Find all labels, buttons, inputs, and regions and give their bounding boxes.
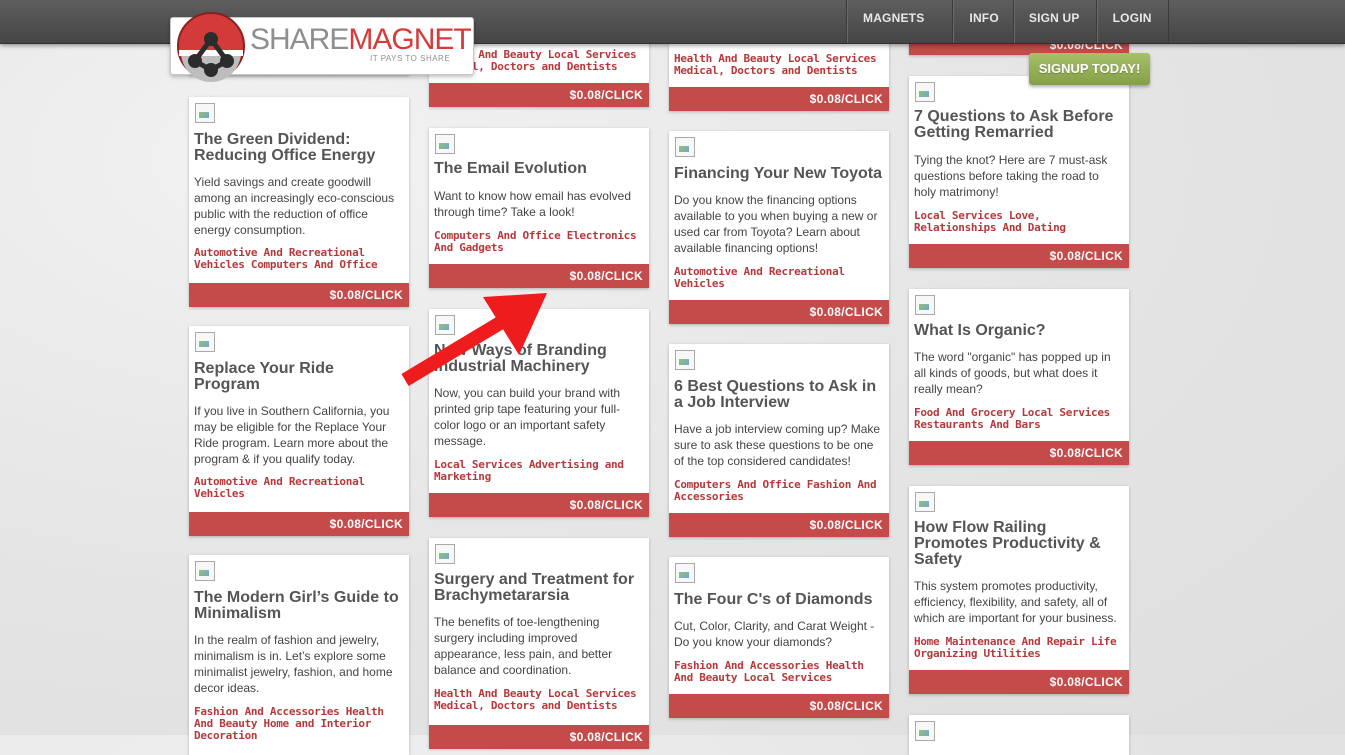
image-placeholder-icon (195, 103, 215, 123)
card-title[interactable]: The Email Evolution (434, 161, 643, 177)
magnet-card[interactable]: How Flow Railing Promotes Productivity &… (909, 486, 1129, 694)
image-placeholder-icon (915, 295, 935, 315)
magnet-card[interactable]: Financing Your New Toyota Do you know th… (669, 131, 889, 324)
card-categories[interactable]: Fashion And Accessories Health And Beaut… (194, 706, 403, 742)
logo-wordmark: SHAREMAGNET (250, 23, 472, 56)
price-per-click: $0.08/CLICK (189, 283, 409, 307)
main-nav: MAGNETS INFO SIGN UP LOGIN (846, 0, 1169, 43)
image-placeholder-icon (915, 82, 935, 102)
image-placeholder-icon (675, 350, 695, 370)
nav-magnets[interactable]: MAGNETS (846, 0, 952, 43)
image-placeholder-icon (915, 492, 935, 512)
card-description: This system promotes productivity, effic… (914, 579, 1117, 625)
magnet-card[interactable]: The Modern Girl’s Guide to Minimalism In… (189, 555, 409, 755)
card-title[interactable]: The Four C's of Diamonds (674, 592, 883, 608)
card-description: Tying the knot? Here are 7 must-ask ques… (914, 153, 1108, 199)
sharemagnet-logo[interactable]: SHAREMAGNET IT PAYS TO SHARE (170, 12, 474, 82)
image-placeholder-icon (435, 544, 455, 564)
card-title[interactable]: 6 Best Questions to Ask in a Job Intervi… (674, 379, 883, 411)
price-per-click: $0.08/CLICK (669, 300, 889, 324)
magnet-card[interactable]: The Four C's of Diamonds Cut, Color, Cla… (669, 557, 889, 718)
red-arrow-annotation (401, 293, 547, 387)
card-categories[interactable]: Automotive And Recreational Vehicles Com… (194, 247, 403, 271)
image-placeholder-icon (195, 561, 215, 581)
magnet-card[interactable]: The Green Dividend: Reducing Office Ener… (189, 97, 409, 307)
card-title[interactable]: Surgery and Treatment for Brachymetarars… (434, 572, 643, 604)
card-description: Do you know the financing options availa… (674, 193, 878, 255)
nav-login[interactable]: LOGIN (1095, 0, 1169, 43)
card-description: Want to know how email has evolved throu… (434, 189, 631, 219)
card-title[interactable]: 7 Questions to Ask Before Getting Remarr… (914, 109, 1123, 141)
card-title[interactable]: The Green Dividend: Reducing Office Ener… (194, 132, 403, 164)
price-per-click: $0.08/CLICK (669, 513, 889, 537)
image-placeholder-icon (195, 332, 215, 352)
card-categories[interactable]: Computers And Office Fashion And Accesso… (674, 479, 883, 503)
magnet-card[interactable]: Replace Your Ride Program If you live in… (189, 326, 409, 536)
magnet-logo-icon (177, 12, 245, 82)
card-categories[interactable]: Computers And Office Electronics And Gad… (434, 230, 643, 254)
card-categories[interactable]: Home Maintenance And Repair Life Organiz… (914, 636, 1123, 660)
card-description: Yield savings and create goodwill among … (194, 175, 395, 237)
magnet-card[interactable]: What Is Organic? The word "organic" has … (909, 289, 1129, 465)
card-title[interactable]: The Modern Girl’s Guide to Minimalism (194, 590, 403, 622)
magnet-card[interactable]: The Email Evolution Want to know how ema… (429, 128, 649, 288)
card-description: Cut, Color, Clarity, and Carat Weight - … (674, 619, 875, 649)
magnet-card[interactable]: Surgery and Treatment for Brachymetarars… (429, 538, 649, 749)
price-per-click: $0.08/CLICK (909, 441, 1129, 465)
nav-sign-up[interactable]: SIGN UP (1012, 0, 1096, 43)
magnet-card[interactable] (909, 715, 1129, 755)
logo-tagline: IT PAYS TO SHARE (370, 54, 451, 63)
card-title[interactable]: Financing Your New Toyota (674, 166, 883, 182)
card-title[interactable]: Replace Your Ride Program (194, 361, 403, 393)
magnet-card[interactable]: Health And Beauty Local Services Medical… (669, 43, 889, 111)
card-categories[interactable]: Automotive And Recreational Vehicles (674, 266, 883, 290)
price-per-click: $0.08/CLICK (909, 244, 1129, 268)
signup-today-button[interactable]: SIGNUP TODAY! (1029, 53, 1150, 85)
card-categories[interactable]: Health And Beauty Local Services Medical… (434, 688, 643, 712)
card-title[interactable]: What Is Organic? (914, 323, 1123, 339)
card-categories[interactable]: Automotive And Recreational Vehicles (194, 476, 403, 500)
card-categories[interactable]: Local Services Love, Relationships And D… (914, 210, 1123, 234)
card-categories[interactable]: Fashion And Accessories Health And Beaut… (674, 660, 883, 684)
card-description: The benefits of toe-lengthening surgery … (434, 615, 613, 677)
price-per-click: $0.08/CLICK (189, 512, 409, 536)
image-placeholder-icon (915, 721, 935, 741)
card-categories[interactable]: Local Services Advertising and Marketing (434, 459, 643, 483)
price-per-click: $0.08/CLICK (429, 725, 649, 749)
nav-info[interactable]: INFO (952, 0, 1012, 43)
price-per-click: $0.08/CLICK (909, 670, 1129, 694)
card-categories[interactable]: Food And Grocery Local Services Restaura… (914, 407, 1123, 431)
magnet-card[interactable]: 7 Questions to Ask Before Getting Remarr… (909, 76, 1129, 268)
card-description: If you live in Southern California, you … (194, 404, 390, 466)
card-categories[interactable]: Health And Beauty Local Services Medical… (674, 53, 883, 77)
price-per-click: $0.08/CLICK (429, 83, 649, 107)
card-description: Have a job interview coming up? Make sur… (674, 422, 881, 468)
price-per-click: $0.08/CLICK (429, 493, 649, 517)
card-description: The word "organic" has popped up in all … (914, 350, 1111, 396)
card-title[interactable]: How Flow Railing Promotes Productivity &… (914, 520, 1123, 568)
image-placeholder-icon (675, 563, 695, 583)
card-description: In the realm of fashion and jewelry, min… (194, 633, 393, 695)
magnet-card[interactable]: 6 Best Questions to Ask in a Job Intervi… (669, 344, 889, 537)
price-per-click: $0.08/CLICK (669, 87, 889, 111)
price-per-click: $0.08/CLICK (669, 694, 889, 718)
image-placeholder-icon (435, 134, 455, 154)
image-placeholder-icon (675, 137, 695, 157)
